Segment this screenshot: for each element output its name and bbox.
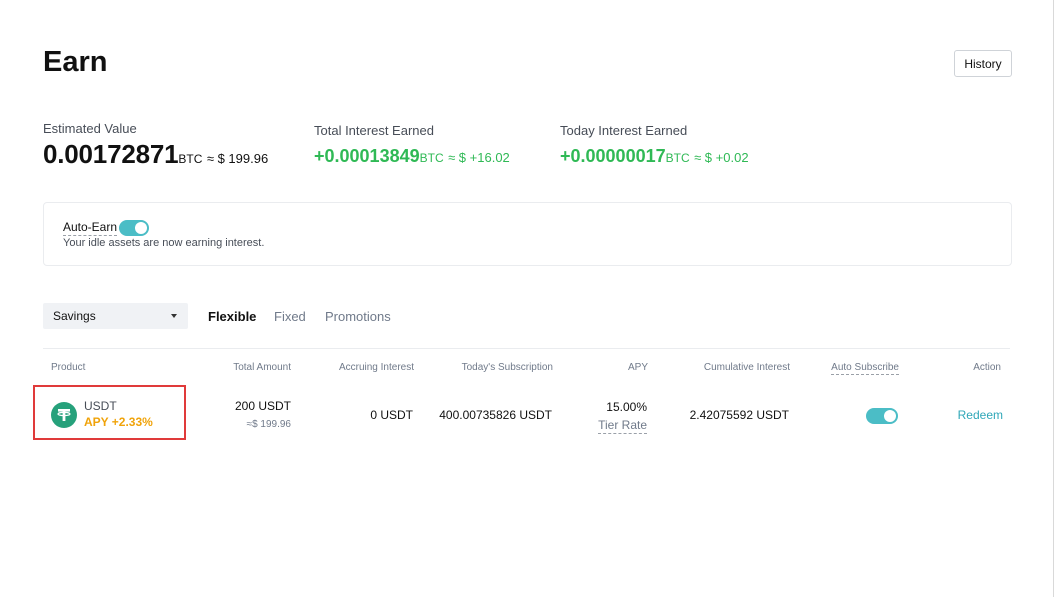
accruing-interest-value: 0 USDT	[370, 408, 413, 422]
todays-subscription-value: 400.00735826 USDT	[439, 408, 552, 422]
auto-earn-description: Your idle assets are now earning interes…	[63, 237, 265, 249]
estimated-value: 0.00172871BTC ≈ $ 199.96	[43, 139, 268, 170]
today-interest-amount: +0.00000017	[560, 146, 666, 166]
today-interest-usd: ≈ $ +0.02	[694, 150, 749, 165]
tier-rate-link[interactable]: Tier Rate	[598, 418, 647, 434]
product-type-select-value: Savings	[53, 309, 96, 323]
tether-icon	[51, 402, 77, 428]
header-auto-subscribe[interactable]: Auto Subscribe	[831, 362, 899, 375]
tab-fixed[interactable]: Fixed	[274, 309, 306, 324]
header-apy: APY	[627, 362, 648, 373]
today-interest-label: Today Interest Earned	[560, 123, 688, 138]
product-coin-name: USDT	[84, 399, 117, 413]
history-button[interactable]: History	[954, 50, 1012, 77]
estimated-value-usd: ≈ $ 199.96	[206, 151, 269, 166]
header-product: Product	[51, 362, 86, 373]
auto-earn-label[interactable]: Auto-Earn	[63, 220, 118, 236]
header-cumulative-interest: Cumulative Interest	[703, 362, 790, 373]
table-divider	[43, 348, 1010, 349]
header-total-amount: Total Amount	[233, 362, 291, 373]
window-edge	[1053, 0, 1054, 597]
total-interest-unit: BTC	[419, 151, 444, 165]
tab-promotions[interactable]: Promotions	[325, 309, 391, 324]
auto-earn-toggle[interactable]	[119, 220, 149, 236]
toggle-knob	[135, 222, 147, 234]
toggle-knob	[884, 410, 896, 422]
header-action: Action	[973, 362, 1001, 373]
total-interest-usd: ≈ $ +16.02	[448, 150, 510, 165]
today-interest: +0.00000017BTC ≈ $ +0.02	[560, 146, 749, 167]
tab-flexible[interactable]: Flexible	[208, 309, 256, 324]
cumulative-interest-value: 2.42075592 USDT	[689, 408, 789, 422]
header-todays-subscription: Today's Subscription	[461, 362, 553, 373]
product-apy-bonus: APY +2.33%	[84, 415, 153, 429]
header-accruing-interest: Accruing Interest	[338, 362, 414, 373]
auto-earn-panel: Auto-Earn Your idle assets are now earni…	[43, 202, 1012, 266]
estimated-value-amount: 0.00172871	[43, 139, 179, 169]
redeem-button[interactable]: Redeem	[958, 408, 1003, 422]
page-title: Earn	[43, 46, 108, 78]
total-interest: +0.00013849BTC ≈ $ +16.02	[314, 146, 510, 167]
estimated-value-label: Estimated Value	[43, 121, 137, 136]
total-amount-value: 200 USDT	[234, 399, 291, 413]
today-interest-unit: BTC	[665, 151, 690, 165]
auto-subscribe-toggle[interactable]	[866, 408, 898, 424]
total-interest-amount: +0.00013849	[314, 146, 420, 166]
total-interest-label: Total Interest Earned	[314, 123, 434, 138]
total-amount-usd: ≈$ 199.96	[246, 419, 291, 430]
estimated-value-unit: BTC	[178, 152, 203, 166]
caret-down-icon	[171, 314, 177, 318]
apy-value: 15.00%	[606, 400, 647, 414]
product-type-select[interactable]: Savings	[43, 303, 188, 329]
